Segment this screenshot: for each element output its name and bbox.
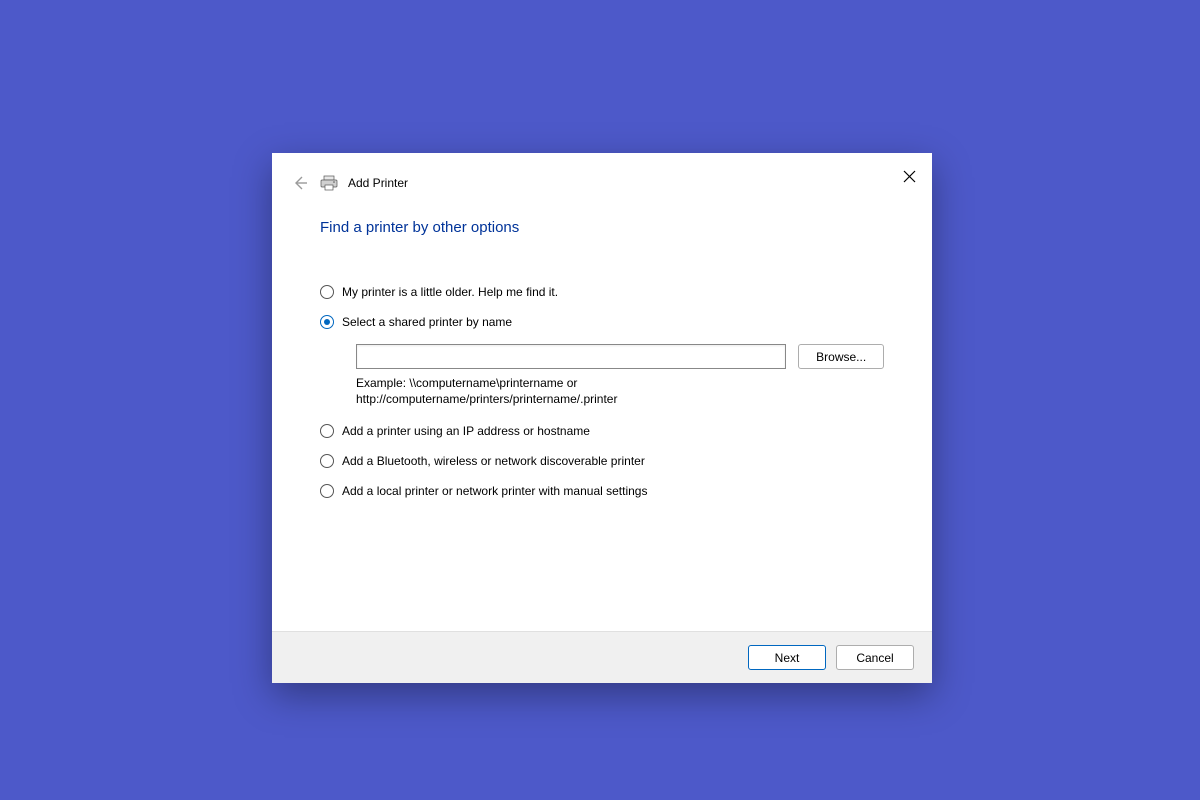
option-label: Add a local printer or network printer w… <box>342 483 647 499</box>
close-button[interactable] <box>894 161 924 191</box>
add-printer-dialog: Add Printer Find a printer by other opti… <box>272 153 932 683</box>
close-icon <box>903 170 916 183</box>
option-older-printer[interactable]: My printer is a little older. Help me fi… <box>320 284 884 300</box>
shared-printer-name-input[interactable] <box>356 344 786 369</box>
radio-bluetooth-wireless[interactable] <box>320 454 334 468</box>
option-label: Add a printer using an IP address or hos… <box>342 423 590 439</box>
browse-button[interactable]: Browse... <box>798 344 884 369</box>
option-label: My printer is a little older. Help me fi… <box>342 284 558 300</box>
option-local-manual[interactable]: Add a local printer or network printer w… <box>320 483 884 499</box>
back-arrow-icon <box>292 175 308 191</box>
radio-ip-hostname[interactable] <box>320 424 334 438</box>
dialog-footer: Next Cancel <box>272 631 932 683</box>
option-bluetooth-wireless[interactable]: Add a Bluetooth, wireless or network dis… <box>320 453 884 469</box>
radio-local-manual[interactable] <box>320 484 334 498</box>
dialog-header: Add Printer <box>272 153 932 213</box>
printer-icon <box>320 175 338 191</box>
cancel-button[interactable]: Cancel <box>836 645 914 670</box>
option-label: Select a shared printer by name <box>342 314 512 330</box>
page-heading: Find a printer by other options <box>320 219 884 236</box>
dialog-title: Add Printer <box>348 176 408 190</box>
radio-shared-by-name[interactable] <box>320 315 334 329</box>
example-line-2: http://computername/printers/printername… <box>356 392 617 406</box>
option-label: Add a Bluetooth, wireless or network dis… <box>342 453 645 469</box>
example-text: Example: \\computername\printername or h… <box>356 375 776 407</box>
back-button[interactable] <box>290 173 310 193</box>
dialog-content: Find a printer by other options My print… <box>272 213 932 631</box>
next-button[interactable]: Next <box>748 645 826 670</box>
option-ip-hostname[interactable]: Add a printer using an IP address or hos… <box>320 423 884 439</box>
shared-printer-subarea: Browse... Example: \\computername\printe… <box>356 344 884 407</box>
radio-older-printer[interactable] <box>320 285 334 299</box>
example-line-1: Example: \\computername\printername or <box>356 376 577 390</box>
option-shared-by-name[interactable]: Select a shared printer by name <box>320 314 884 330</box>
